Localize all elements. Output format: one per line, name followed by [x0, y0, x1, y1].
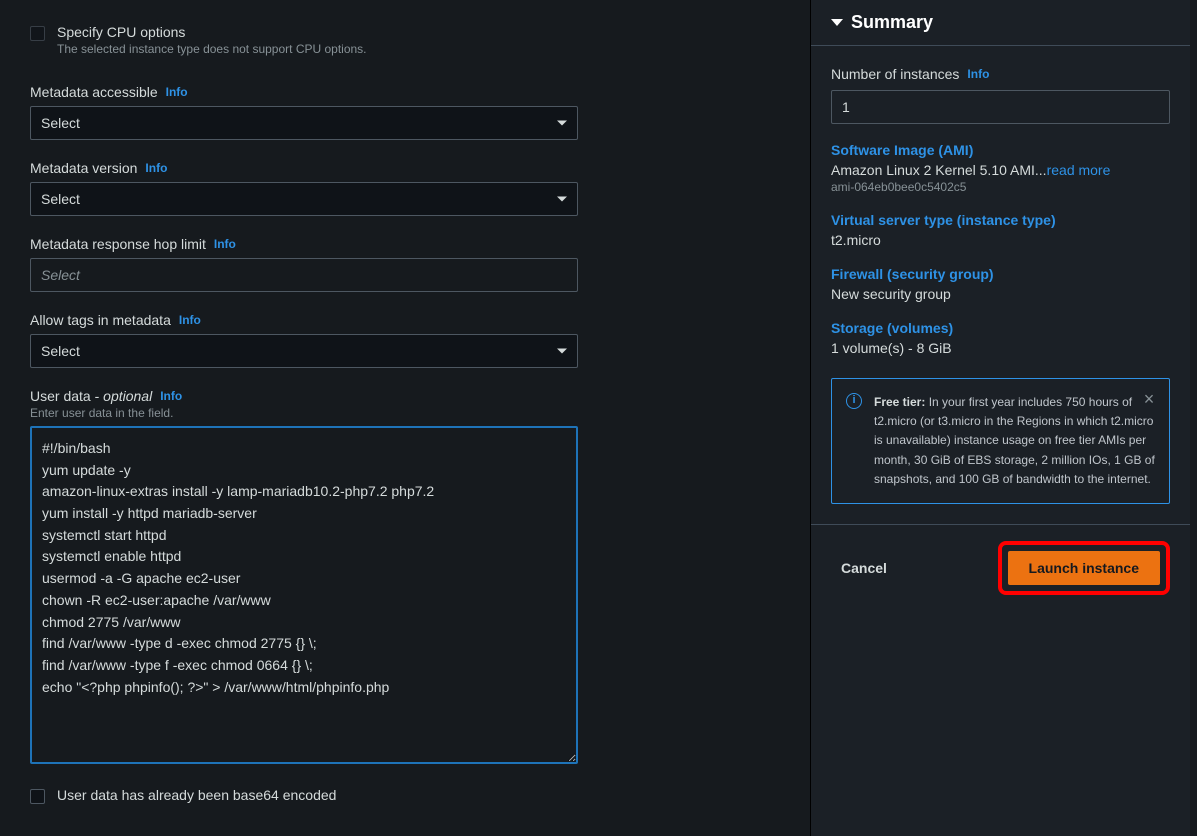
user-data-hint: Enter user data in the field. — [30, 406, 786, 420]
storage-value: 1 volume(s) - 8 GiB — [831, 340, 1170, 356]
info-icon: i — [846, 393, 862, 409]
instance-type-value: t2.micro — [831, 232, 1170, 248]
metadata-accessible-select[interactable]: Select — [30, 106, 578, 140]
main-form: Specify CPU options The selected instanc… — [0, 0, 810, 836]
metadata-version-value: Select — [41, 191, 80, 207]
storage-label: Storage (volumes) — [831, 320, 1170, 336]
allow-tags-label: Allow tags in metadata — [30, 312, 171, 328]
summary-title: Summary — [851, 12, 933, 33]
allow-tags-value: Select — [41, 343, 80, 359]
summary-panel: Summary Number of instances Info Softwar… — [810, 0, 1190, 836]
metadata-version-label: Metadata version — [30, 160, 137, 176]
allow-tags-info-link[interactable]: Info — [179, 313, 201, 327]
chevron-down-icon — [557, 197, 567, 202]
free-tier-callout: i × Free tier: In your first year includ… — [831, 378, 1170, 504]
firewall-label: Firewall (security group) — [831, 266, 1170, 282]
specify-cpu-label: Specify CPU options — [57, 24, 367, 40]
num-instances-label: Number of instances — [831, 66, 959, 82]
chevron-down-icon — [557, 349, 567, 354]
metadata-accessible-info-link[interactable]: Info — [166, 85, 188, 99]
instance-type-label: Virtual server type (instance type) — [831, 212, 1170, 228]
launch-instance-button[interactable]: Launch instance — [1008, 551, 1160, 585]
ami-readmore-link[interactable]: read more — [1047, 162, 1111, 178]
close-icon[interactable]: × — [1139, 389, 1159, 409]
metadata-hop-input[interactable] — [30, 258, 578, 292]
specify-cpu-checkbox — [30, 26, 45, 41]
specify-cpu-hint: The selected instance type does not supp… — [57, 42, 367, 56]
summary-header[interactable]: Summary — [811, 0, 1190, 46]
callout-strong: Free tier: — [874, 395, 925, 409]
firewall-value: New security group — [831, 286, 1170, 302]
chevron-down-icon — [557, 121, 567, 126]
metadata-hop-info-link[interactable]: Info — [214, 237, 236, 251]
metadata-accessible-label: Metadata accessible — [30, 84, 158, 100]
user-data-textarea[interactable] — [30, 426, 578, 764]
cancel-button[interactable]: Cancel — [831, 552, 897, 584]
metadata-version-info-link[interactable]: Info — [145, 161, 167, 175]
base64-label: User data has already been base64 encode… — [57, 787, 336, 803]
chevron-down-icon — [831, 19, 843, 26]
user-data-info-link[interactable]: Info — [160, 389, 182, 403]
user-data-label: User data — [30, 388, 91, 404]
num-instances-info-link[interactable]: Info — [967, 67, 989, 81]
num-instances-input[interactable] — [831, 90, 1170, 124]
metadata-version-select[interactable]: Select — [30, 182, 578, 216]
user-data-optional: optional — [103, 388, 152, 404]
metadata-accessible-value: Select — [41, 115, 80, 131]
launch-highlight: Launch instance — [998, 541, 1170, 595]
ami-id: ami-064eb0bee0c5402c5 — [831, 180, 1170, 194]
base64-checkbox[interactable] — [30, 789, 45, 804]
ami-value: Amazon Linux 2 Kernel 5.10 AMI... — [831, 162, 1047, 178]
metadata-hop-label: Metadata response hop limit — [30, 236, 206, 252]
allow-tags-select[interactable]: Select — [30, 334, 578, 368]
ami-label: Software Image (AMI) — [831, 142, 1170, 158]
